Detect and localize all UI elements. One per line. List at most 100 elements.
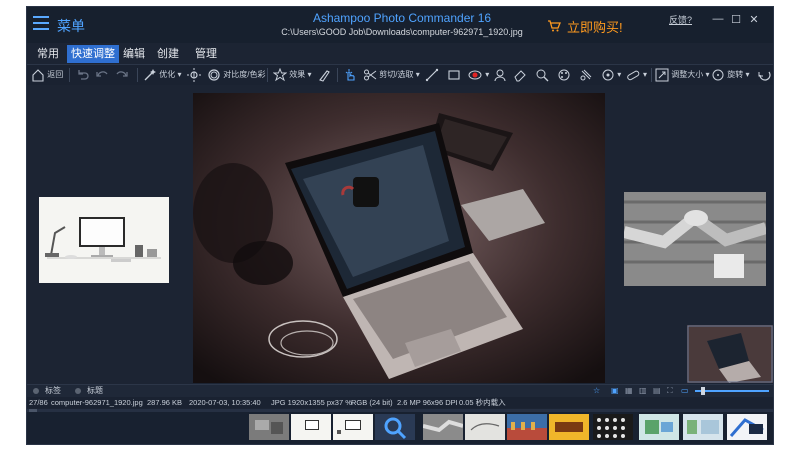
cut-select-button[interactable]: 剪切/选取 ▾ [363,67,420,83]
scissors-icon [364,69,377,81]
crop-frame-icon[interactable] [447,67,461,83]
film-thumb[interactable] [639,414,679,440]
menu-label[interactable]: 菜单 [57,16,85,36]
tab-edit[interactable]: 编辑 [123,45,145,63]
film-thumb[interactable] [375,414,415,440]
film-thumb[interactable] [683,414,723,440]
image-viewer[interactable] [27,85,773,383]
buy-now-label: 立即购买! [567,20,623,35]
title-bar: 菜单 Ashampoo Photo Commander 16 C:\Users\… [27,7,773,43]
cart-icon [547,20,561,35]
filmstrip-scrollbar[interactable] [27,409,773,412]
retouch-icon[interactable] [535,67,549,83]
thumb-image [683,414,723,440]
buy-now-button[interactable]: 立即购买! [547,17,623,36]
zoom-slider-handle[interactable] [701,387,705,395]
thumb-image [423,414,463,440]
film-thumb[interactable] [465,414,505,440]
status-filesize: 287.96 KB [147,398,183,407]
minimize-icon[interactable]: — [711,13,725,25]
fullscreen-icon[interactable]: ⛶ [667,385,673,397]
tab-create[interactable]: 创建 [157,45,179,63]
undo-icon[interactable] [75,67,89,83]
tab-manage[interactable]: 管理 [195,45,217,63]
red-eye-button[interactable]: ▾ [467,67,489,83]
thumb-image [333,414,373,440]
next-image-preview[interactable] [624,192,766,286]
film-thumb[interactable] [423,414,463,440]
contrast-label: 对比度/色彩 [223,70,266,79]
film-thumb[interactable] [333,414,373,440]
film-thumb[interactable] [507,414,547,440]
film-thumb[interactable] [593,414,633,440]
tab-title[interactable]: 标题 [75,385,103,397]
bandage-icon[interactable] [625,67,641,83]
spot-removal-button[interactable]: ▾ [601,67,621,83]
monitor-icon[interactable]: ▭ [681,385,689,397]
redo-icon[interactable] [115,67,129,83]
status-load-time: 0.05 秒内载入 [459,398,506,407]
back-label: 返回 [47,70,64,79]
toolbar: 返回 优化 ▾ 对比度/色彩 效果 ▾ 剪切/选取 ▾ ▾ ▾ ▾ 调整大小 ▾… [27,64,773,86]
feedback-link[interactable]: 反馈? [669,13,692,26]
favorite-star-icon[interactable]: ☆ [593,385,600,397]
brightness-icon[interactable] [187,67,201,83]
tags-label: 标签 [45,386,61,395]
back-button[interactable]: 返回 [31,67,63,83]
cut-select-label: 剪切/选取 [379,70,414,79]
status-filename: computer-962971_1920.jpg [51,398,143,407]
laptop-photo [193,93,605,383]
portrait-icon[interactable] [493,67,507,83]
tab-common[interactable]: 常用 [37,45,59,63]
film-thumb[interactable] [549,414,589,440]
undo-step-icon[interactable] [95,67,109,83]
view-grid-icon[interactable]: ▣ [611,385,619,397]
contrast-button[interactable]: 对比度/色彩 [207,67,265,83]
title-dot-icon [75,387,81,394]
view-single-icon[interactable]: ▦ [625,385,633,397]
tab-quick-adjust[interactable]: 快速调整 [67,45,119,63]
main-image [193,93,605,383]
red-eye-icon [468,70,482,80]
image-index: 27/86 [29,398,48,407]
dropdown-chevron-icon[interactable]: ▾ [643,67,647,83]
scrollbar-knob[interactable] [29,409,37,412]
rotate-button[interactable]: 旋转 ▾ [711,67,749,83]
palette-icon[interactable] [557,67,571,83]
navigator-minimap[interactable] [687,325,773,383]
tube-icon[interactable] [579,67,593,83]
view-split-icon[interactable]: ▤ [653,385,661,397]
film-thumb[interactable] [291,414,331,440]
optimize-button[interactable]: 优化 ▾ [143,67,181,83]
rotate-icon [712,69,724,81]
view-compare-icon[interactable]: ▥ [639,385,647,397]
title-label: 标题 [87,386,103,395]
ribbon-tabs: 常用 快速调整 编辑 创建 管理 [27,45,773,63]
resize-label: 调整大小 [671,70,704,79]
zoom-slider[interactable] [695,387,769,395]
effects-button[interactable]: 效果 ▾ [272,67,311,83]
hamburger-menu-icon[interactable] [33,16,49,30]
eraser-icon[interactable] [513,67,527,83]
close-icon[interactable]: ✕ [747,13,761,26]
arm-wrestling-image [624,192,766,286]
file-path: C:\Users\GOOD Job\Downloads\computer-962… [281,27,523,37]
brush-icon[interactable] [317,67,331,83]
touch-hand-icon[interactable] [343,67,357,83]
thumb-image [465,414,505,440]
film-thumb[interactable] [249,414,289,440]
tab-tags[interactable]: 标签 [33,385,61,397]
thumb-image [549,414,589,440]
film-thumb[interactable] [727,414,767,440]
line-tool-icon[interactable] [425,67,439,83]
thumb-image [507,414,547,440]
previous-image-preview[interactable] [39,197,169,283]
resize-button[interactable]: 调整大小 ▾ [655,67,709,83]
status-color: RGB (24 bit) [351,398,393,407]
resize-icon [655,68,669,82]
thumb-image [593,414,633,440]
optimize-label: 优化 [159,70,176,79]
maximize-icon[interactable]: ☐ [729,13,743,26]
tags-dot-icon [33,387,39,394]
rotate-left-icon[interactable] [757,67,771,83]
